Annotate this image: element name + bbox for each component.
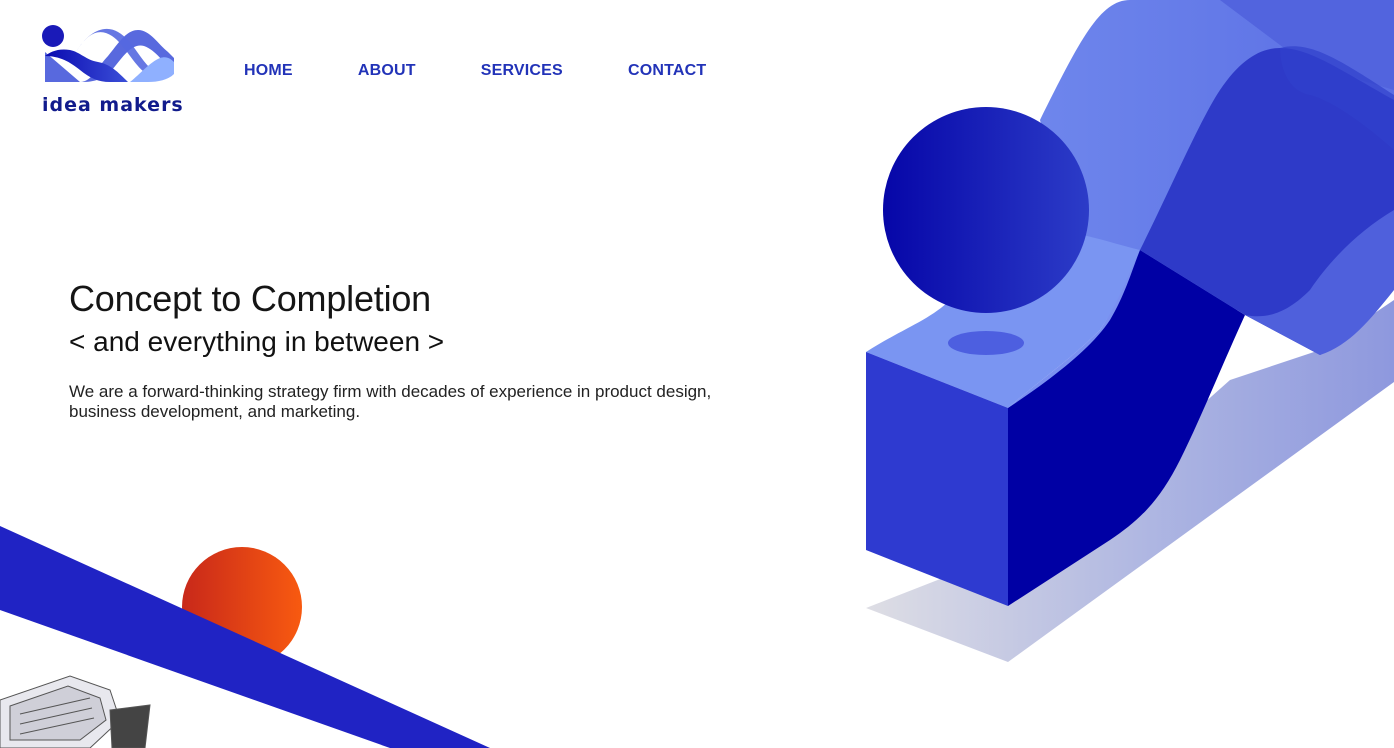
bottom-illustration (0, 526, 490, 748)
nav-link-about[interactable]: ABOUT (358, 62, 416, 80)
hero-description: We are a forward-thinking strategy firm … (69, 382, 712, 421)
brand-logo[interactable]: idea makers (40, 22, 184, 122)
blue-sphere (883, 107, 1089, 313)
main-nav: HOME ABOUT SERVICES CONTACT (244, 62, 706, 80)
ball-shadow (948, 331, 1024, 355)
hero-subtitle: < and everything in between > (69, 326, 445, 357)
nav-link-home[interactable]: HOME (244, 62, 293, 80)
nav-link-services[interactable]: SERVICES (481, 62, 563, 80)
sketch-machine-icon (0, 675, 151, 748)
hero-3d-illustration (866, 0, 1394, 662)
logo-wave-mark-icon (42, 25, 174, 82)
logo-wordmark: idea makers (42, 94, 184, 116)
hero-title: Concept to Completion (69, 278, 432, 319)
nav-link-contact[interactable]: CONTACT (628, 62, 706, 80)
